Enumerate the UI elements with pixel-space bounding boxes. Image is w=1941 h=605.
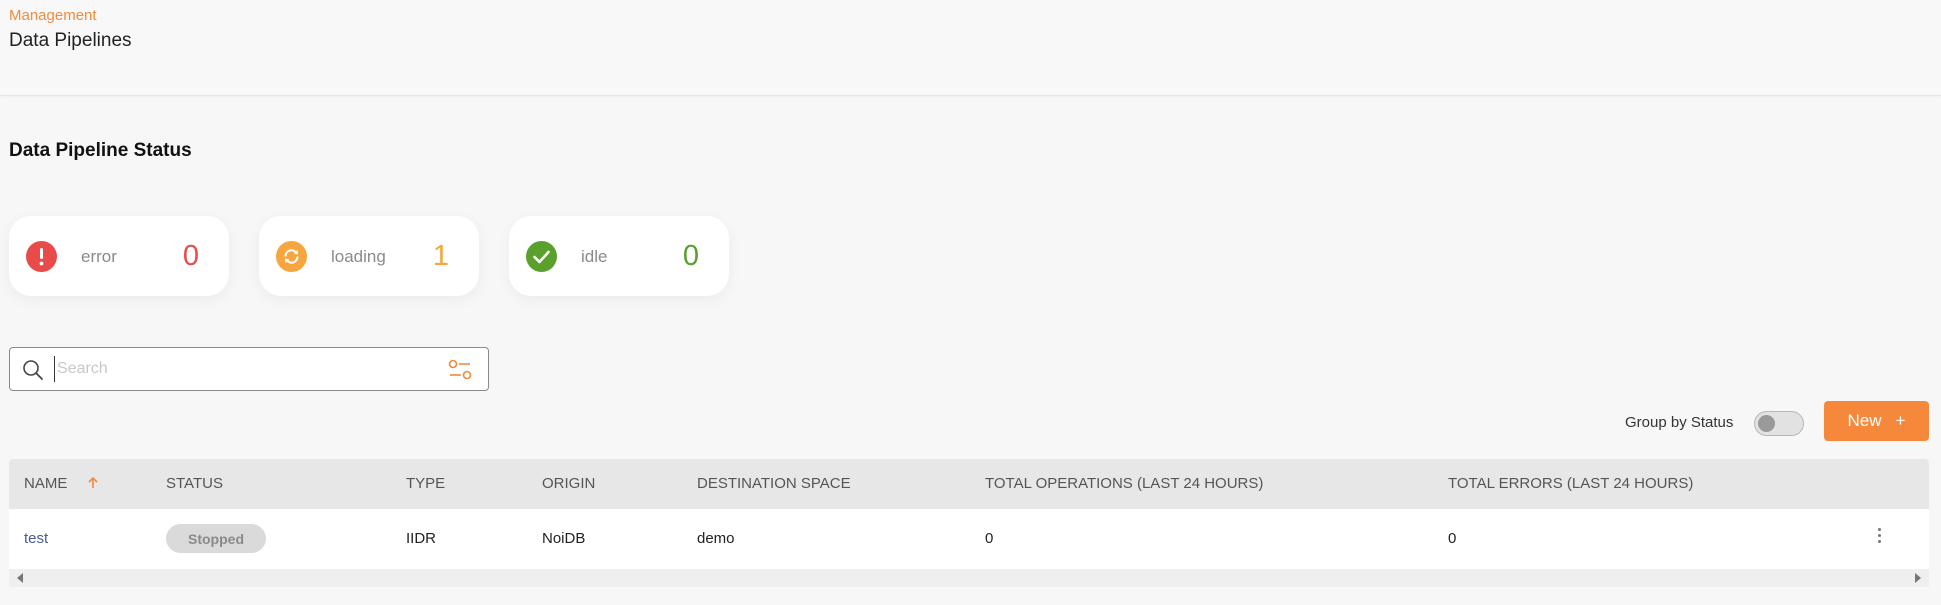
status-card-loading[interactable]: loading 1 (259, 216, 479, 296)
group-by-status-toggle[interactable] (1754, 411, 1804, 436)
status-card-count: 0 (682, 240, 699, 272)
pipelines-table: NAME STATUS TYPE ORIGIN DESTINATION SPAC… (9, 459, 1929, 587)
filter-icon[interactable] (448, 359, 472, 386)
column-header-operations[interactable]: TOTAL OPERATIONS (LAST 24 HOURS) (985, 475, 1263, 492)
page-header: Management Data Pipelines (0, 0, 1941, 96)
sort-asc-icon (87, 475, 98, 492)
status-card-count: 1 (432, 240, 449, 272)
search-box (9, 347, 489, 391)
scroll-left-icon[interactable] (17, 573, 23, 583)
status-card-count: 0 (182, 240, 199, 272)
status-card-error[interactable]: error 0 (9, 216, 229, 296)
row-menu-icon[interactable] (1875, 528, 1883, 548)
column-header-origin[interactable]: ORIGIN (542, 475, 595, 492)
cell-origin: NoiDB (542, 530, 586, 547)
column-header-status[interactable]: STATUS (166, 475, 223, 492)
cell-destination: demo (697, 530, 735, 547)
section-title: Data Pipeline Status (9, 140, 192, 161)
search-input[interactable] (54, 356, 414, 382)
new-button[interactable]: New + (1824, 401, 1929, 441)
column-header-type[interactable]: TYPE (406, 475, 445, 492)
column-header-errors[interactable]: TOTAL ERRORS (LAST 24 HOURS) (1448, 475, 1693, 492)
loading-icon (276, 241, 307, 272)
status-badge: Stopped (166, 524, 266, 553)
column-header-destination[interactable]: DESTINATION SPACE (697, 475, 851, 492)
status-card-idle[interactable]: idle 0 (509, 216, 729, 296)
column-header-name[interactable]: NAME (24, 475, 98, 492)
status-card-label: loading (331, 247, 386, 266)
search-icon (22, 359, 44, 386)
group-by-status-label: Group by Status (1625, 414, 1734, 431)
breadcrumb-management[interactable]: Management (9, 7, 97, 24)
cell-operations: 0 (985, 530, 994, 547)
toggle-knob (1758, 415, 1775, 432)
table-header: NAME STATUS TYPE ORIGIN DESTINATION SPAC… (9, 459, 1929, 509)
page-title: Data Pipelines (9, 30, 132, 51)
table-row[interactable]: test Stopped IIDR NoiDB demo 0 0 (9, 509, 1929, 569)
horizontal-scrollbar[interactable] (9, 569, 1929, 587)
status-card-label: error (81, 247, 117, 266)
pipeline-name-link[interactable]: test (24, 530, 48, 547)
plus-icon: + (1895, 411, 1906, 430)
new-button-label: New (1847, 411, 1882, 430)
cell-type: IIDR (406, 530, 436, 547)
check-icon (526, 241, 557, 272)
scroll-right-icon[interactable] (1915, 573, 1921, 583)
status-card-label: idle (581, 247, 608, 266)
error-icon (26, 241, 57, 272)
cell-errors: 0 (1448, 530, 1457, 547)
